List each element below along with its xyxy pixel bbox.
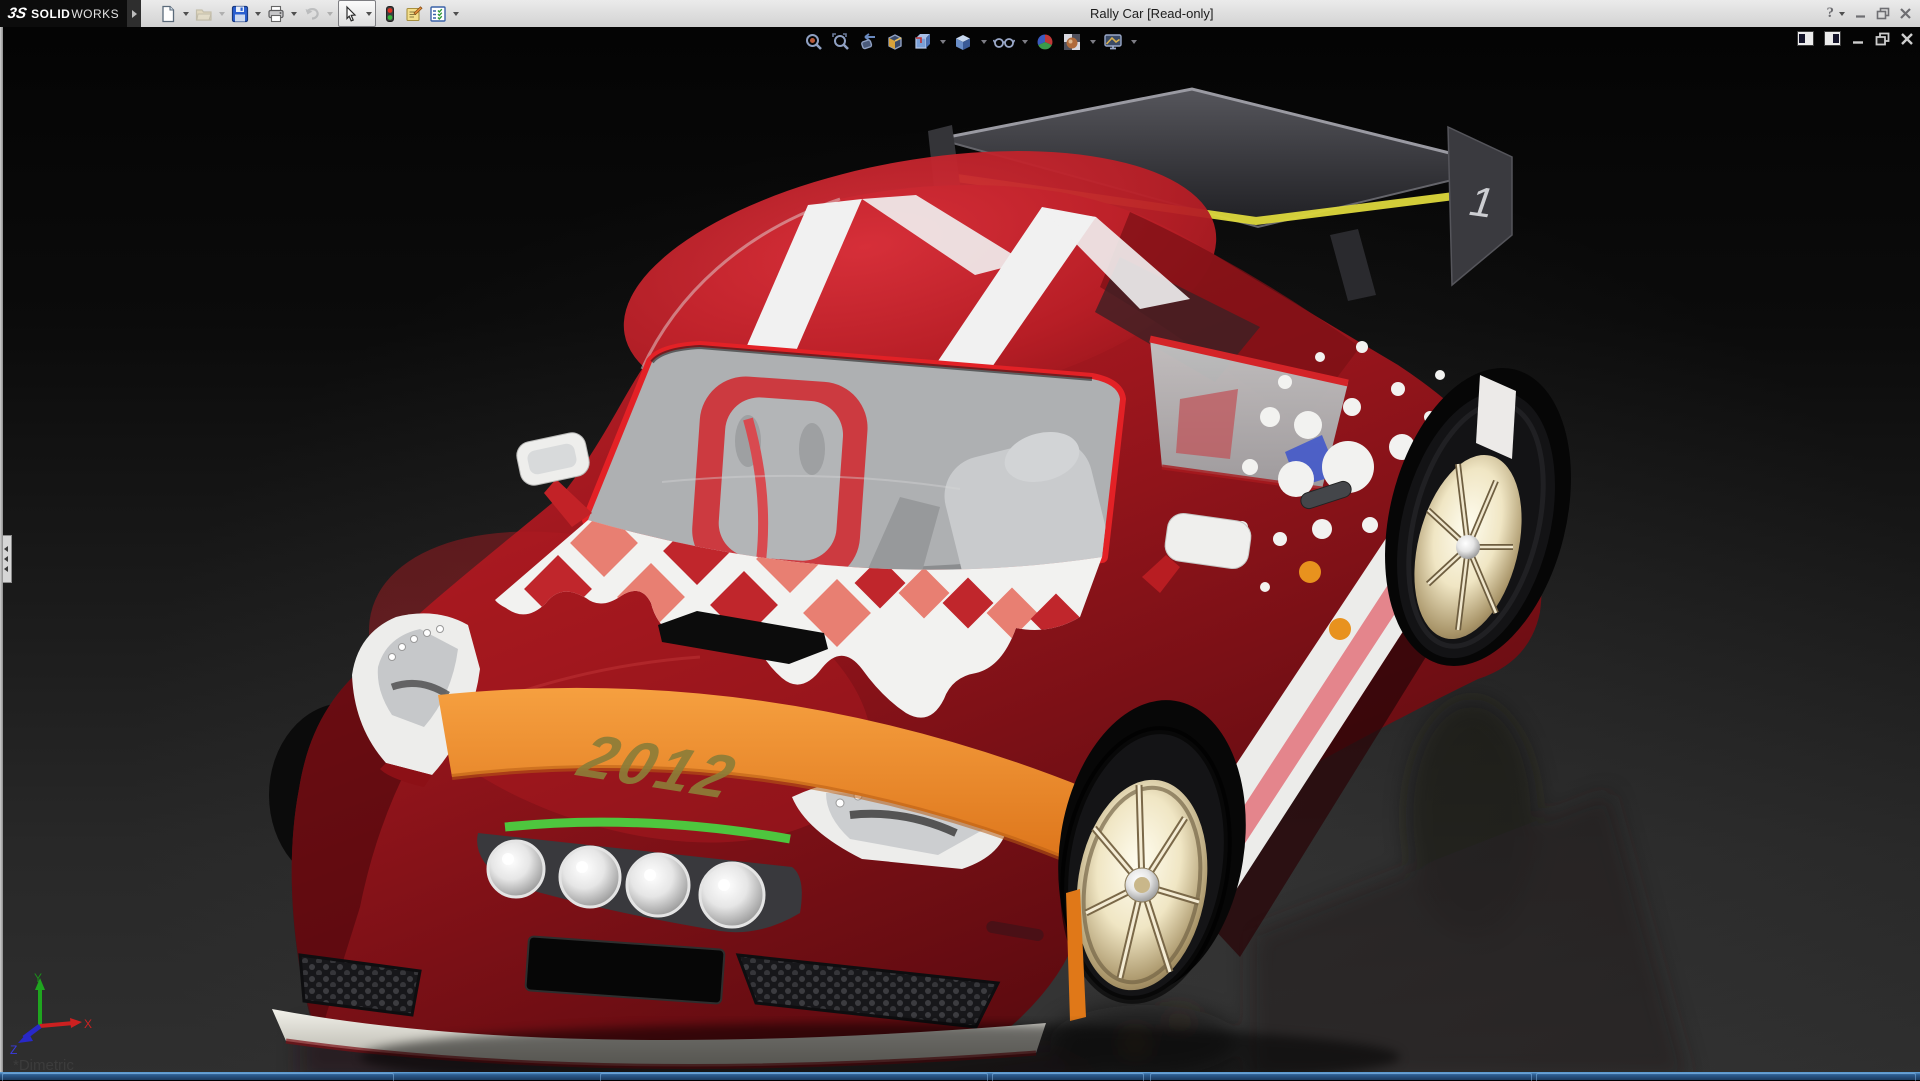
left-pane-icon — [1799, 34, 1805, 43]
close-icon — [1899, 7, 1912, 20]
monitor-icon — [1103, 32, 1123, 52]
select-cursor-icon — [342, 5, 360, 23]
rally-car-model[interactable]: 1 — [0, 27, 1920, 1080]
previous-view-button[interactable] — [856, 30, 880, 54]
headsup-view-toolbar — [802, 30, 1139, 54]
brand-solid: SOLID — [31, 7, 70, 21]
close-icon — [1900, 32, 1914, 46]
app-restore-button[interactable] — [1876, 7, 1890, 20]
eyeglasses-icon — [993, 32, 1015, 52]
options-button[interactable] — [426, 2, 450, 26]
doc-restore-button[interactable] — [1875, 32, 1890, 46]
undo-dropdown[interactable] — [324, 2, 336, 26]
new-document-button[interactable] — [156, 2, 180, 26]
restore-icon — [1875, 32, 1890, 46]
chevron-left-icon — [4, 546, 8, 552]
new-dropdown[interactable] — [180, 2, 192, 26]
minimize-icon — [1851, 32, 1865, 46]
windows-taskbar-edge[interactable] — [0, 1072, 1920, 1080]
window-left-border — [0, 27, 3, 1080]
select-tool-button[interactable] — [339, 2, 363, 26]
display-style-cube-icon — [953, 32, 973, 52]
doc-close-button[interactable] — [1900, 32, 1914, 46]
options-checklist-icon — [429, 5, 447, 23]
doc-minimize-button[interactable] — [1851, 32, 1865, 46]
view-orientation-dropdown[interactable] — [937, 30, 948, 54]
solidworks-logo: 3S SOLID WORKS — [0, 0, 127, 27]
zoom-to-area-button[interactable] — [829, 30, 853, 54]
view-orientation-cube-icon — [912, 32, 932, 52]
view-settings-dropdown[interactable] — [1128, 30, 1139, 54]
help-button[interactable]: ? — [1827, 5, 1835, 22]
new-document-icon — [159, 5, 177, 23]
chevron-left-icon — [4, 556, 8, 562]
right-pane-icon — [1833, 34, 1839, 43]
menu-flyout-button[interactable] — [127, 0, 141, 27]
brand-works: WORKS — [71, 7, 119, 21]
open-folder-icon — [195, 5, 213, 23]
edit-appearance-button[interactable] — [1033, 30, 1057, 54]
chevron-right-icon — [132, 10, 137, 18]
orientation-triad[interactable]: Y X Z — [6, 970, 98, 1056]
scene-sphere-icon — [1062, 32, 1082, 52]
note-pencil-icon — [405, 5, 423, 23]
hide-show-items-button[interactable] — [992, 30, 1016, 54]
document-window-controls — [1797, 31, 1914, 46]
file-properties-button[interactable] — [402, 2, 426, 26]
open-button[interactable] — [192, 2, 216, 26]
print-dropdown[interactable] — [288, 2, 300, 26]
app-minimize-button[interactable] — [1854, 7, 1867, 20]
appearance-sphere-icon — [1035, 32, 1055, 52]
3ds-logo-mark: 3S — [6, 5, 28, 22]
pane-toggle-right-button[interactable] — [1824, 31, 1841, 46]
apply-scene-button[interactable] — [1060, 30, 1084, 54]
view-orientation-button[interactable] — [910, 30, 934, 54]
standard-toolbar — [156, 0, 462, 27]
restore-icon — [1876, 7, 1890, 20]
printer-icon — [267, 5, 285, 23]
graphics-viewport[interactable]: 1 — [0, 27, 1920, 1080]
select-tool-dropdown[interactable] — [363, 2, 375, 26]
zoom-to-area-icon — [831, 32, 851, 52]
section-view-icon — [885, 32, 905, 52]
pane-toggle-left-button[interactable] — [1797, 31, 1814, 46]
view-settings-button[interactable] — [1101, 30, 1125, 54]
undo-arrow-icon — [303, 5, 321, 23]
titlebar: 3S SOLID WORKS — [0, 0, 1920, 28]
triad-x-label: X — [84, 1017, 92, 1031]
triad-y-label: Y — [34, 971, 42, 985]
help-dropdown[interactable] — [1839, 12, 1845, 16]
apply-scene-dropdown[interactable] — [1087, 30, 1098, 54]
select-tool-group — [338, 0, 376, 27]
previous-view-icon — [858, 32, 878, 52]
open-dropdown[interactable] — [216, 2, 228, 26]
document-title: Rally Car [Read-only] — [1090, 0, 1214, 27]
save-button[interactable] — [228, 2, 252, 26]
undo-button[interactable] — [300, 2, 324, 26]
traffic-light-icon — [381, 5, 399, 23]
zoom-to-fit-icon — [804, 32, 824, 52]
print-button[interactable] — [264, 2, 288, 26]
titlebar-controls: ? — [1827, 0, 1913, 27]
display-style-dropdown[interactable] — [978, 30, 989, 54]
options-dropdown[interactable] — [450, 2, 462, 26]
app-close-button[interactable] — [1899, 7, 1912, 20]
triad-z-label: Z — [10, 1043, 17, 1056]
rebuild-button[interactable] — [378, 2, 402, 26]
save-floppy-icon — [231, 5, 249, 23]
zoom-to-fit-button[interactable] — [802, 30, 826, 54]
minimize-icon — [1854, 7, 1867, 20]
display-style-button[interactable] — [951, 30, 975, 54]
hide-show-items-dropdown[interactable] — [1019, 30, 1030, 54]
save-dropdown[interactable] — [252, 2, 264, 26]
chevron-left-icon — [4, 566, 8, 572]
section-view-button[interactable] — [883, 30, 907, 54]
